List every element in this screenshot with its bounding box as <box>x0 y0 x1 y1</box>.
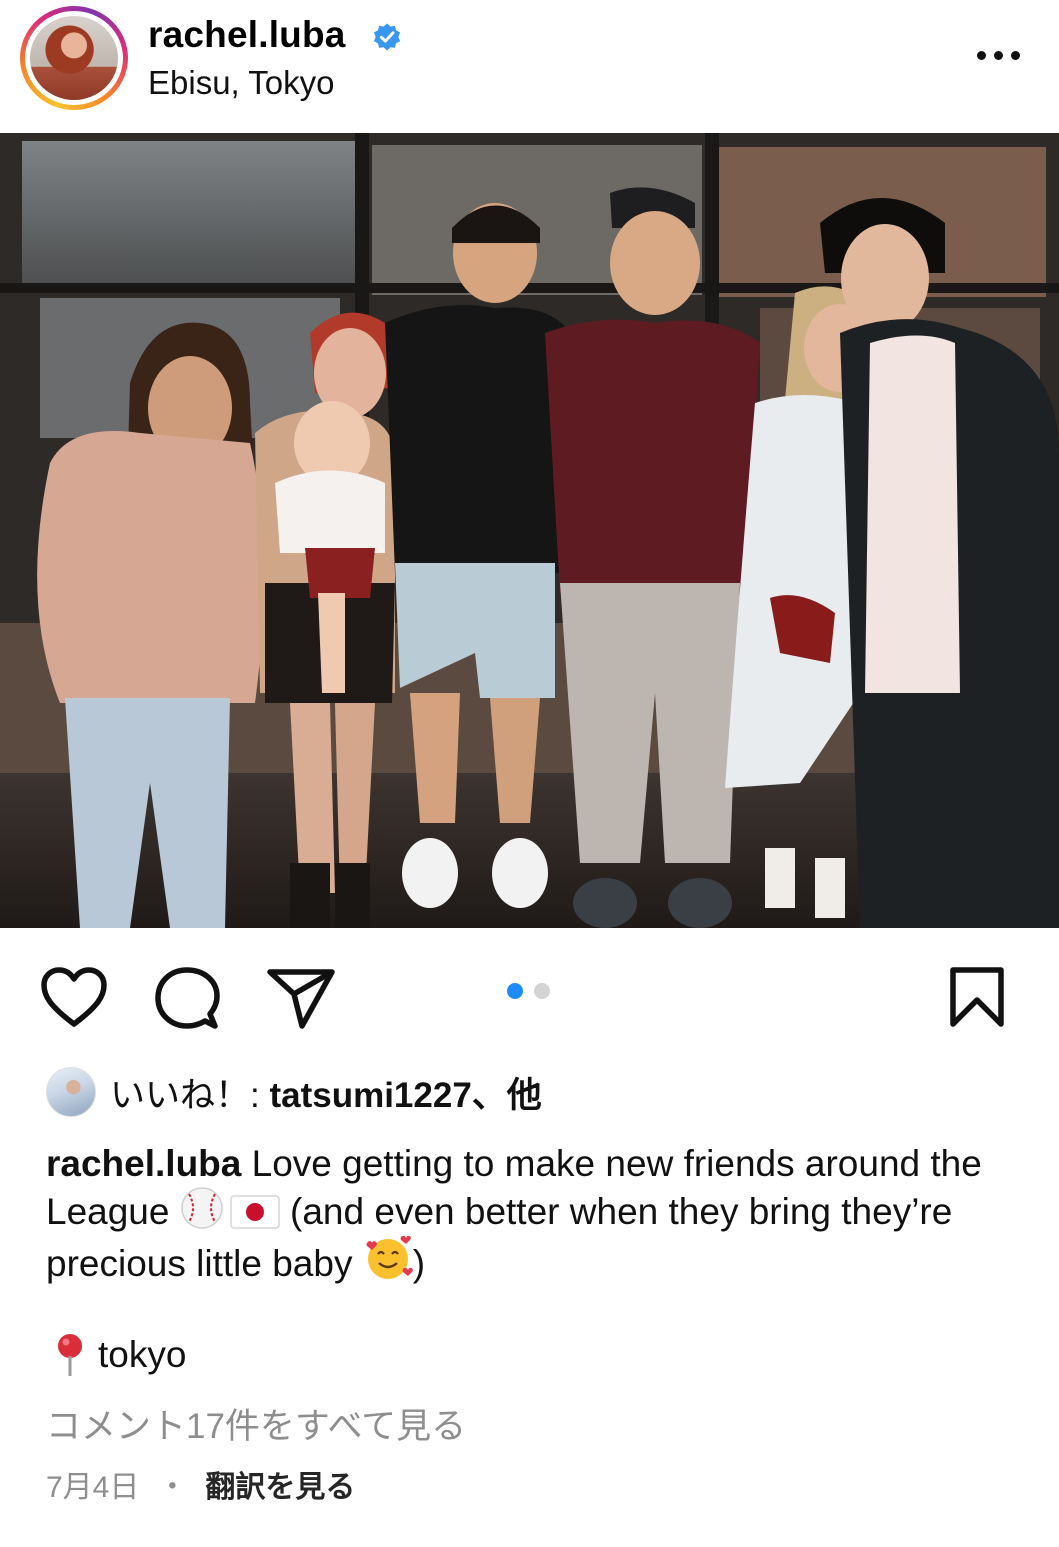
heart-icon[interactable] <box>40 966 108 1028</box>
ellipsis-icon <box>976 50 986 60</box>
post-photo[interactable] <box>0 133 1059 928</box>
round-pushpin-icon <box>58 1334 82 1376</box>
verified-badge-icon <box>373 23 401 51</box>
likes-suffix: 、他 <box>471 1075 542 1115</box>
post-caption: rachel.luba Love getting to make new fri… <box>46 1141 1026 1286</box>
group-photo-illustration <box>0 133 1059 928</box>
translate-link[interactable]: 翻訳を見る <box>205 1462 355 1506</box>
more-options-button[interactable] <box>968 40 1028 70</box>
footer-separator: ・ <box>157 1471 188 1504</box>
caption-text-3: ) <box>412 1243 426 1284</box>
likes-summary[interactable]: いいね！: tatsumi1227、他 <box>46 1065 542 1119</box>
likes-text[interactable]: いいね！: tatsumi1227、他 <box>110 1067 542 1118</box>
avatar[interactable] <box>30 16 118 100</box>
view-all-comments-link[interactable]: コメント17件をすべて見る <box>46 1398 466 1449</box>
location-tag[interactable]: tokyo <box>52 1332 186 1378</box>
avatar-frame <box>25 11 123 105</box>
bookmark-icon[interactable] <box>948 966 1006 1028</box>
carousel-indicator <box>507 983 550 999</box>
post-date: 7月4日 <box>46 1471 140 1504</box>
caption-username[interactable]: rachel.luba <box>46 1143 241 1184</box>
likes-prefix: いいね！: <box>110 1075 270 1115</box>
post-footer: 7月4日 ・ 翻訳を見る <box>46 1462 355 1506</box>
baseball-icon <box>181 1187 223 1229</box>
ellipsis-icon <box>993 50 1003 60</box>
post-username[interactable]: rachel.luba <box>148 14 346 56</box>
liker-avatar[interactable] <box>46 1067 96 1117</box>
smiling-face-with-hearts-icon <box>366 1235 413 1279</box>
carousel-dot <box>534 983 550 999</box>
story-ring[interactable] <box>20 6 128 110</box>
japan-flag-icon <box>230 1195 280 1229</box>
paper-plane-icon[interactable] <box>266 966 336 1030</box>
likes-user[interactable]: tatsumi1227 <box>269 1076 471 1115</box>
post-header: rachel.luba Ebisu, Tokyo <box>0 0 1059 133</box>
comment-bubble-icon[interactable] <box>154 966 220 1032</box>
carousel-dot-active <box>507 983 523 999</box>
post-location[interactable]: Ebisu, Tokyo <box>148 64 335 102</box>
location-tag-text: tokyo <box>98 1334 187 1375</box>
ellipsis-icon <box>1010 50 1020 60</box>
